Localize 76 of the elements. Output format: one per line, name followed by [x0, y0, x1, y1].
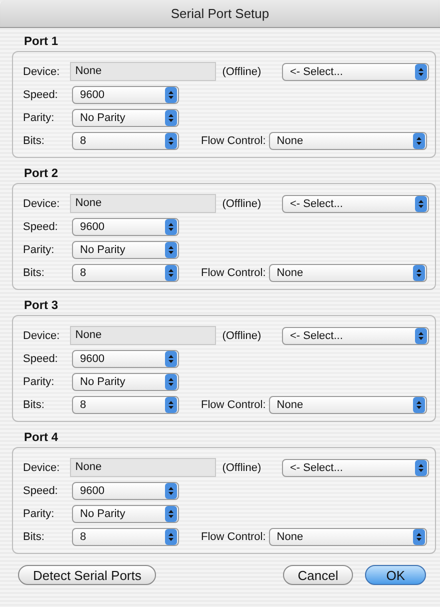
stepper-icon: [165, 132, 177, 148]
field-label: Speed:: [23, 220, 59, 232]
speed-dropdown[interactable]: 9600: [72, 218, 179, 236]
field-label: Parity:: [23, 112, 56, 124]
stepper-icon: [165, 528, 177, 544]
device-dropdown[interactable]: <- Select...: [282, 62, 429, 80]
stepper-icon: [415, 328, 427, 344]
device-field: None: [70, 62, 216, 81]
stepper-icon: [165, 482, 177, 498]
parity-dropdown[interactable]: No Parity: [72, 240, 179, 258]
speed-dropdown[interactable]: 9600: [72, 86, 179, 104]
device-dropdown[interactable]: <- Select...: [282, 326, 429, 344]
field-label: Flow Control:: [201, 398, 266, 410]
status-text: (Offline): [222, 66, 262, 78]
stepper-icon: [165, 396, 177, 412]
flow-control-dropdown[interactable]: None: [268, 264, 427, 282]
field-label: Flow Control:: [201, 134, 266, 146]
bits-dropdown[interactable]: 8: [72, 264, 179, 282]
flow-control-dropdown[interactable]: None: [268, 528, 427, 546]
device-dropdown[interactable]: <- Select...: [282, 194, 429, 212]
status-text: (Offline): [222, 198, 262, 210]
parity-dropdown[interactable]: No Parity: [72, 108, 179, 126]
stepper-icon: [165, 374, 177, 390]
bits-dropdown[interactable]: 8: [72, 132, 179, 150]
device-field: None: [70, 326, 216, 345]
field-label: Speed:: [23, 88, 59, 100]
window-title: Serial Port Setup: [170, 6, 270, 21]
flow-control-dropdown[interactable]: None: [268, 132, 427, 150]
bits-dropdown[interactable]: 8: [72, 396, 179, 414]
field-label: Speed:: [23, 352, 59, 364]
field-label: Parity:: [23, 508, 56, 520]
cancel-button[interactable]: Cancel: [282, 565, 354, 585]
speed-dropdown[interactable]: 9600: [72, 482, 179, 500]
field-label: Bits:: [23, 134, 46, 146]
stepper-icon: [165, 350, 177, 366]
section-title: Port 2: [24, 166, 58, 180]
field-label: Device:: [23, 66, 61, 78]
field-label: Device:: [23, 462, 61, 474]
field-label: Device:: [23, 330, 61, 342]
field-label: Parity:: [23, 376, 56, 388]
section-title: Port 4: [24, 430, 58, 444]
stepper-icon: [412, 396, 425, 412]
bits-dropdown[interactable]: 8: [72, 528, 179, 546]
stepper-icon: [165, 264, 177, 280]
stepper-icon: [165, 242, 177, 258]
device-field: None: [70, 194, 216, 213]
section-title: Port 1: [24, 34, 58, 48]
field-label: Parity:: [23, 244, 56, 256]
flow-control-dropdown[interactable]: None: [268, 396, 427, 414]
speed-dropdown[interactable]: 9600: [72, 350, 179, 368]
stepper-icon: [415, 64, 427, 80]
parity-dropdown[interactable]: No Parity: [72, 504, 179, 522]
stepper-icon: [412, 528, 425, 544]
status-text: (Offline): [222, 462, 262, 474]
field-label: Flow Control:: [201, 266, 266, 278]
field-label: Bits:: [23, 266, 46, 278]
stepper-icon: [165, 86, 177, 102]
device-dropdown[interactable]: <- Select...: [282, 458, 429, 476]
stepper-icon: [165, 218, 177, 234]
field-label: Device:: [23, 198, 61, 210]
section-title: Port 3: [24, 298, 58, 312]
field-label: Speed:: [23, 484, 59, 496]
stepper-icon: [412, 132, 425, 148]
field-label: Bits:: [23, 398, 46, 410]
field-label: Bits:: [23, 530, 46, 542]
ok-button[interactable]: OK: [365, 565, 426, 585]
stepper-icon: [165, 110, 177, 126]
status-text: (Offline): [222, 330, 262, 342]
device-field: None: [70, 458, 216, 477]
stepper-icon: [165, 506, 177, 522]
stepper-icon: [412, 264, 425, 280]
field-label: Flow Control:: [201, 530, 266, 542]
detect-button[interactable]: Detect Serial Ports: [18, 565, 156, 585]
parity-dropdown[interactable]: No Parity: [72, 372, 179, 390]
stepper-icon: [415, 460, 427, 476]
stepper-icon: [415, 196, 427, 212]
